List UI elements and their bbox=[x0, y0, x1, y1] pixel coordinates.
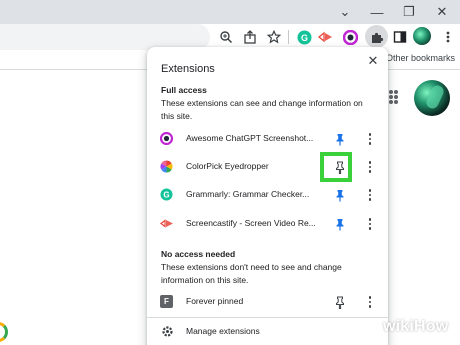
share-icon[interactable] bbox=[242, 29, 258, 45]
screencastify-icon bbox=[160, 217, 173, 230]
no-access-description: These extensions don't need to see and c… bbox=[161, 262, 342, 285]
extension-row-screencastify[interactable]: Screencastify - Screen Video Re... bbox=[147, 210, 388, 238]
svg-text:G: G bbox=[300, 33, 307, 43]
title-bar: ⌄ — ❐ ✕ bbox=[0, 0, 460, 24]
restore-button[interactable]: ❐ bbox=[394, 0, 424, 24]
pin-icon[interactable] bbox=[333, 216, 347, 232]
more-options-icon[interactable] bbox=[365, 159, 375, 175]
extensions-popup: Extensions ✕ Full access These extension… bbox=[147, 47, 388, 345]
bookmark-star-icon[interactable] bbox=[266, 29, 282, 45]
gear-icon bbox=[161, 325, 174, 338]
pin-icon[interactable] bbox=[333, 187, 347, 203]
close-window-button[interactable]: ✕ bbox=[427, 0, 457, 24]
more-options-icon[interactable] bbox=[365, 187, 375, 203]
zoom-icon[interactable] bbox=[218, 29, 234, 45]
extension-name: Screencastify - Screen Video Re... bbox=[186, 218, 316, 228]
tab-search-chevron-icon[interactable]: ⌄ bbox=[330, 0, 360, 24]
minimize-button[interactable]: — bbox=[362, 0, 392, 24]
popup-title: Extensions bbox=[161, 63, 215, 75]
extension-row-colorpick[interactable]: ColorPick Eyedropper bbox=[147, 153, 388, 181]
manage-extensions-label: Manage extensions bbox=[186, 326, 260, 336]
extension-name: Awesome ChatGPT Screenshot... bbox=[186, 133, 314, 143]
other-bookmarks-folder[interactable]: Other bookmarks bbox=[386, 53, 455, 63]
screencastify-icon[interactable] bbox=[318, 29, 334, 45]
popup-divider bbox=[147, 317, 388, 318]
extension-name: Forever pinned bbox=[186, 296, 244, 306]
colorpick-icon bbox=[160, 160, 173, 173]
forever-pinned-icon: F bbox=[160, 295, 173, 308]
svg-text:G: G bbox=[163, 191, 169, 200]
more-options-icon[interactable] bbox=[365, 294, 375, 310]
more-options-icon[interactable] bbox=[365, 131, 375, 147]
full-access-description: These extensions can see and change info… bbox=[161, 98, 363, 121]
extension-name: Grammarly: Grammar Checker... bbox=[186, 189, 310, 199]
grammarly-icon[interactable]: G bbox=[296, 29, 312, 45]
wikihow-watermark: wikiHow bbox=[383, 318, 449, 335]
extension-name: ColorPick Eyedropper bbox=[186, 161, 269, 171]
no-access-heading: No access needed bbox=[161, 249, 236, 259]
google-logo-fragment bbox=[0, 322, 8, 342]
chatgpt-screenshot-icon[interactable] bbox=[342, 29, 358, 45]
pin-icon[interactable] bbox=[333, 131, 347, 147]
close-icon[interactable]: ✕ bbox=[366, 53, 380, 69]
chatgpt-screenshot-icon bbox=[159, 131, 174, 146]
toolbar-divider bbox=[288, 30, 289, 44]
extension-row-grammarly[interactable]: G Grammarly: Grammar Checker... bbox=[147, 181, 388, 209]
pin-outline-icon[interactable] bbox=[333, 294, 347, 310]
pin-outline-icon[interactable] bbox=[333, 159, 347, 175]
full-access-heading: Full access bbox=[161, 85, 207, 95]
grammarly-icon: G bbox=[160, 188, 173, 201]
extension-row-forever-pinned[interactable]: F Forever pinned bbox=[147, 288, 388, 316]
more-options-icon[interactable] bbox=[365, 216, 375, 232]
extension-row-chatgpt-screenshot[interactable]: Awesome ChatGPT Screenshot... bbox=[147, 125, 388, 153]
manage-extensions-button[interactable]: Manage extensions bbox=[147, 320, 388, 344]
extensions-puzzle-icon[interactable] bbox=[369, 29, 385, 45]
account-avatar[interactable] bbox=[414, 80, 450, 116]
side-panel-icon[interactable] bbox=[392, 29, 408, 45]
chrome-menu-icon[interactable] bbox=[440, 29, 456, 45]
profile-avatar[interactable] bbox=[413, 27, 431, 45]
